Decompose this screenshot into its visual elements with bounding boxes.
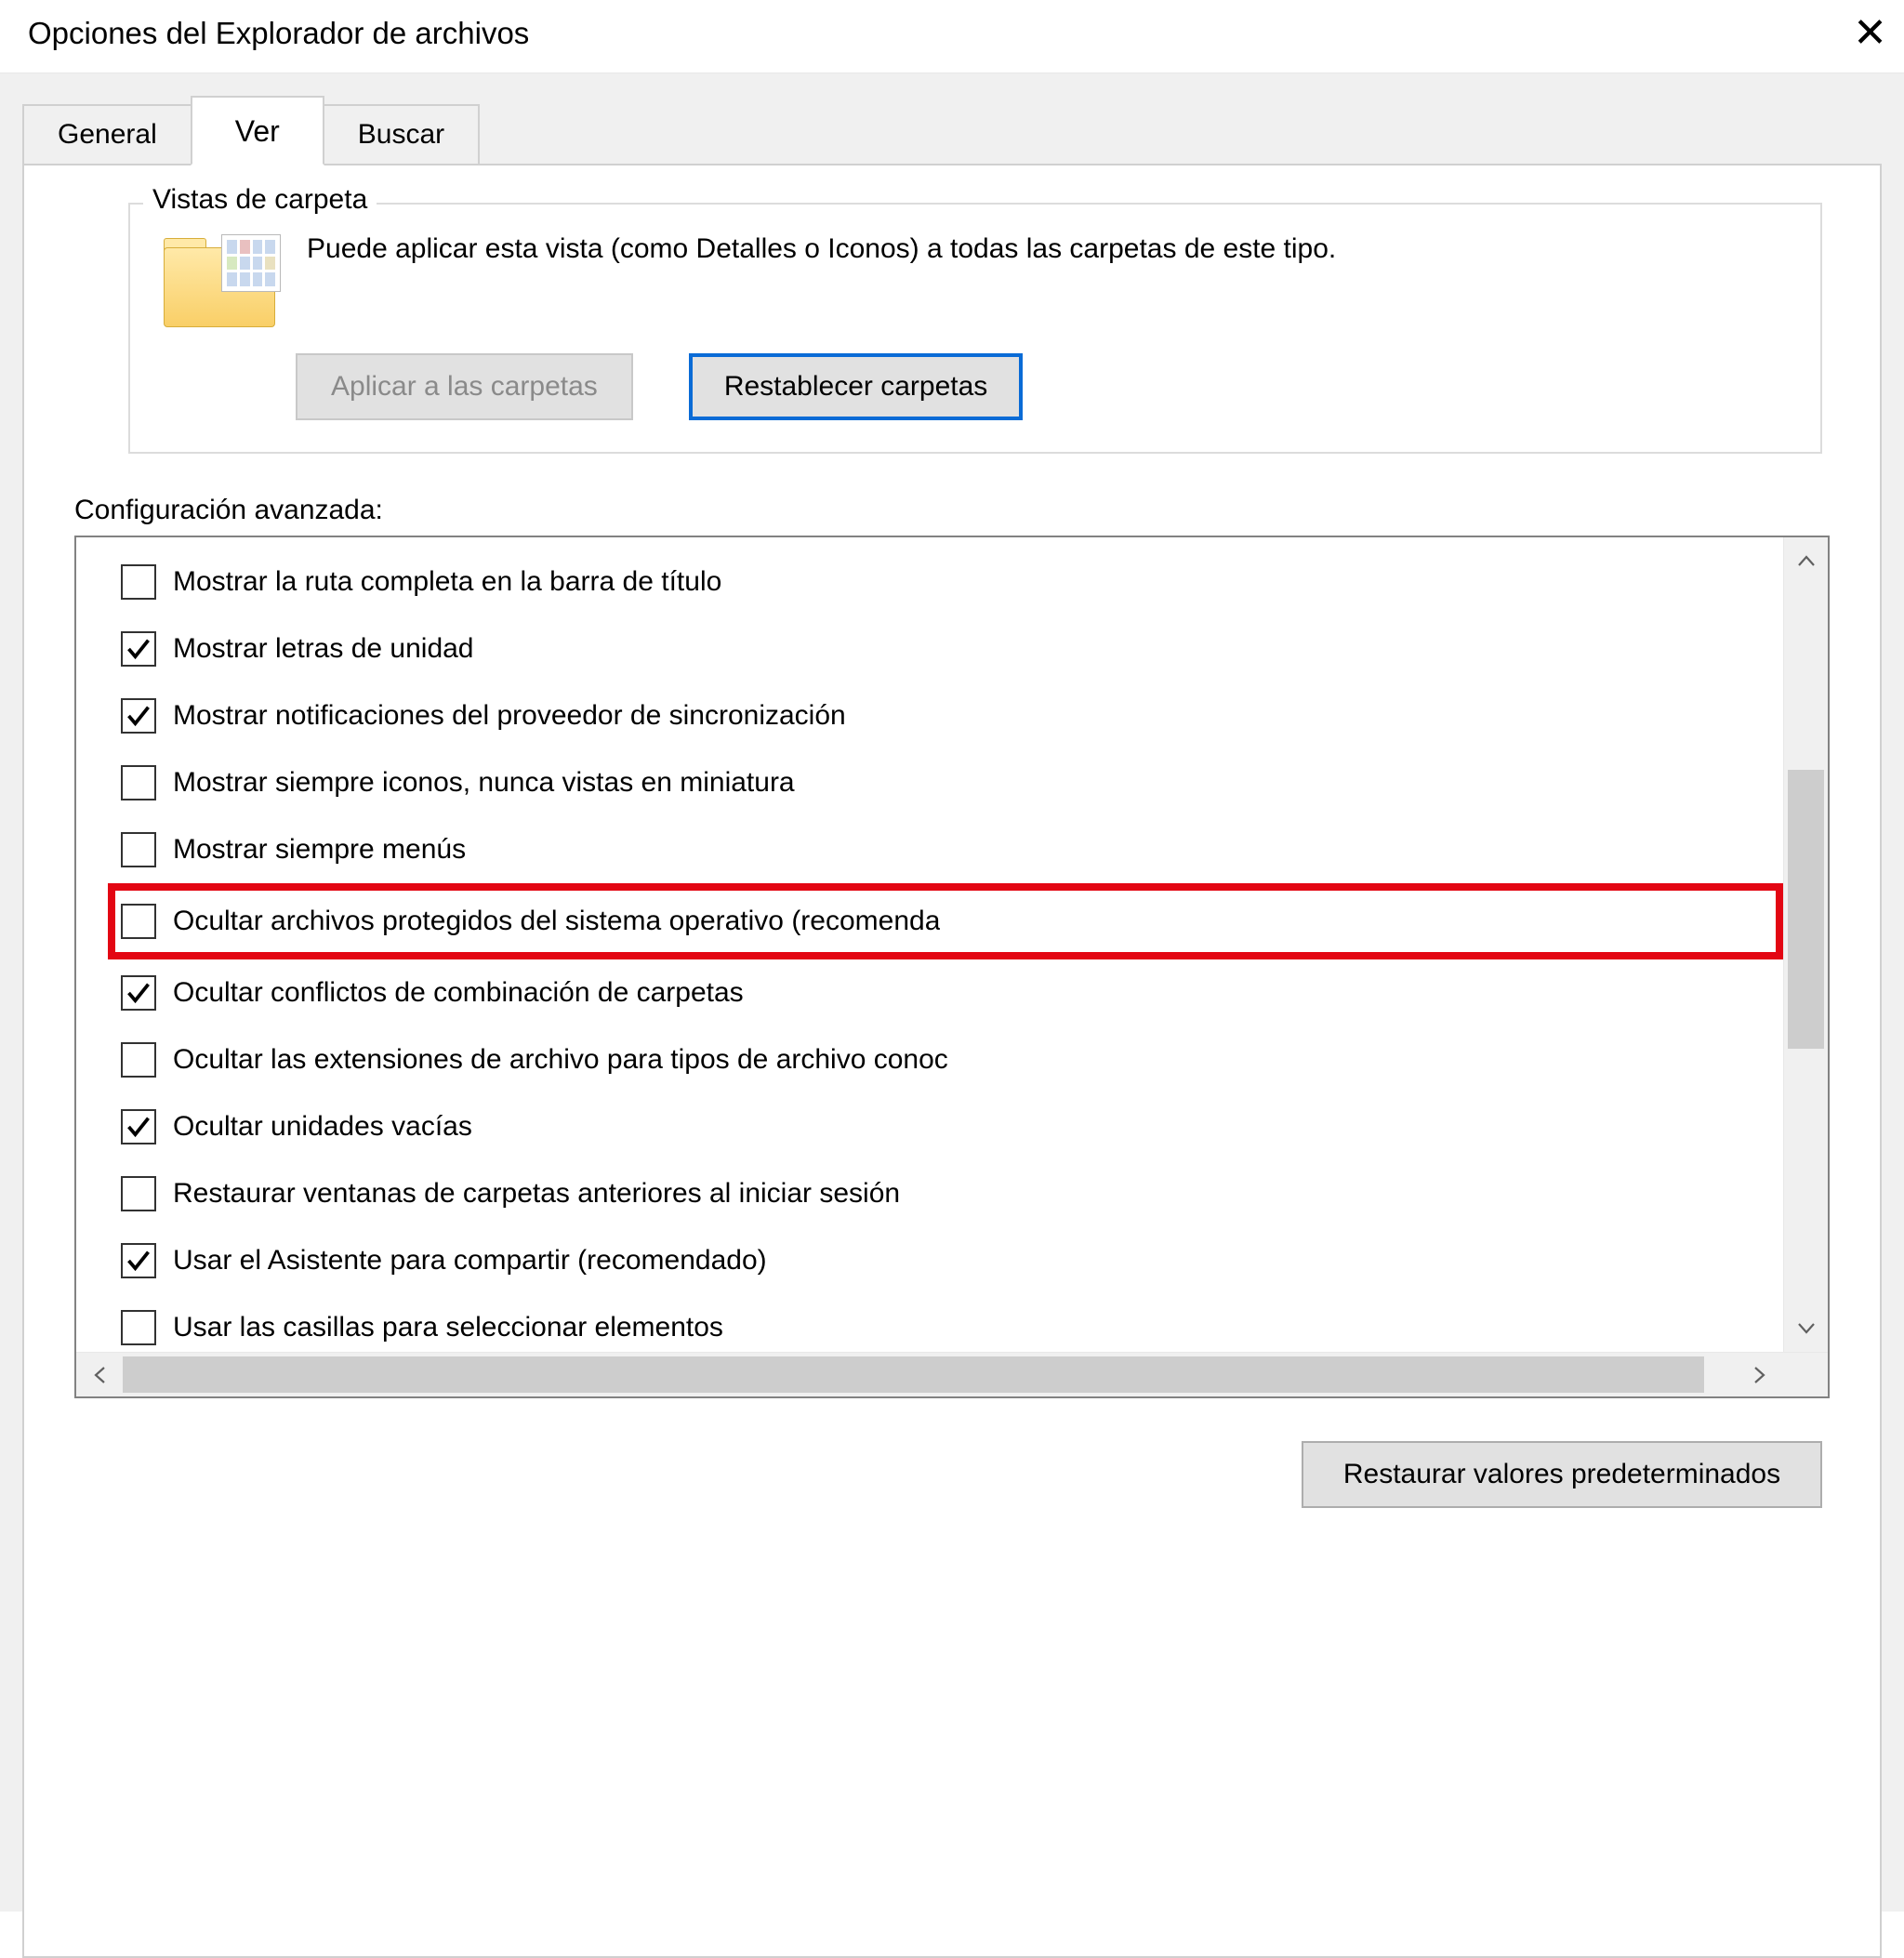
advanced-option-label: Usar las casillas para seleccionar eleme… bbox=[173, 1312, 723, 1343]
tab-panel-ver: Vistas de carpeta Puede aplicar esta vis… bbox=[22, 164, 1882, 1958]
vertical-scroll-thumb[interactable] bbox=[1788, 770, 1824, 1049]
advanced-option-row[interactable]: Ocultar unidades vacías bbox=[121, 1093, 1783, 1160]
advanced-option-row[interactable]: Mostrar notificaciones del proveedor de … bbox=[121, 682, 1783, 749]
checkbox[interactable] bbox=[121, 1176, 156, 1211]
folder-views-description: Puede aplicar esta vista (como Detalles … bbox=[307, 231, 1355, 269]
advanced-option-row[interactable]: Mostrar letras de unidad bbox=[121, 615, 1783, 682]
advanced-option-label: Mostrar la ruta completa en la barra de … bbox=[173, 566, 721, 598]
advanced-option-label: Restaurar ventanas de carpetas anteriore… bbox=[173, 1178, 900, 1210]
checkbox[interactable] bbox=[121, 832, 156, 867]
advanced-option-label: Usar el Asistente para compartir (recome… bbox=[173, 1245, 767, 1277]
dialog-body: General Ver Buscar Vistas de carpeta bbox=[0, 73, 1904, 1912]
advanced-option-label: Mostrar siempre menús bbox=[173, 834, 466, 866]
scroll-left-icon[interactable] bbox=[76, 1353, 123, 1396]
advanced-option-row[interactable]: Usar el Asistente para compartir (recome… bbox=[121, 1227, 1783, 1294]
advanced-option-label: Mostrar siempre iconos, nunca vistas en … bbox=[173, 767, 795, 799]
tab-buscar[interactable]: Buscar bbox=[323, 104, 480, 164]
advanced-option-row[interactable]: Mostrar la ruta completa en la barra de … bbox=[121, 549, 1783, 615]
apply-to-folders-button: Aplicar a las carpetas bbox=[296, 353, 633, 420]
checkbox[interactable] bbox=[121, 1109, 156, 1144]
checkbox[interactable] bbox=[121, 698, 156, 734]
close-icon[interactable]: ✕ bbox=[1844, 13, 1897, 54]
advanced-option-label: Ocultar las extensiones de archivo para … bbox=[173, 1044, 948, 1076]
advanced-settings-box: Mostrar la ruta completa en la barra de … bbox=[74, 536, 1830, 1398]
advanced-option-label: Ocultar conflictos de combinación de car… bbox=[173, 977, 744, 1009]
folder-preview-icon bbox=[158, 231, 281, 327]
checkbox[interactable] bbox=[121, 765, 156, 800]
vertical-scroll-track[interactable] bbox=[1784, 584, 1828, 1305]
horizontal-scrollbar[interactable] bbox=[76, 1352, 1828, 1396]
reset-folders-button[interactable]: Restablecer carpetas bbox=[689, 353, 1023, 420]
scroll-down-icon[interactable] bbox=[1784, 1305, 1828, 1352]
checkbox[interactable] bbox=[121, 1310, 156, 1345]
vertical-scrollbar[interactable] bbox=[1783, 537, 1828, 1352]
restore-defaults-button[interactable]: Restaurar valores predeterminados bbox=[1302, 1441, 1822, 1508]
tab-ver[interactable]: Ver bbox=[191, 96, 324, 165]
folder-views-group: Vistas de carpeta Puede aplicar esta vis… bbox=[128, 203, 1822, 454]
horizontal-scroll-thumb[interactable] bbox=[123, 1356, 1704, 1393]
advanced-option-row[interactable]: Mostrar siempre menús bbox=[121, 816, 1783, 883]
advanced-option-row[interactable]: Ocultar archivos protegidos del sistema … bbox=[108, 883, 1783, 959]
scroll-up-icon[interactable] bbox=[1784, 537, 1828, 584]
advanced-option-label: Mostrar letras de unidad bbox=[173, 633, 474, 665]
advanced-options-list: Mostrar la ruta completa en la barra de … bbox=[76, 537, 1783, 1352]
folder-views-legend: Vistas de carpeta bbox=[143, 184, 377, 216]
checkbox[interactable] bbox=[121, 564, 156, 600]
advanced-option-row[interactable]: Restaurar ventanas de carpetas anteriore… bbox=[121, 1160, 1783, 1227]
tab-strip: General Ver Buscar bbox=[22, 73, 1882, 164]
checkbox[interactable] bbox=[121, 631, 156, 667]
advanced-option-label: Ocultar archivos protegidos del sistema … bbox=[173, 906, 940, 937]
checkbox[interactable] bbox=[121, 1042, 156, 1078]
advanced-settings-label: Configuración avanzada: bbox=[74, 495, 1841, 526]
horizontal-scroll-track[interactable] bbox=[123, 1353, 1737, 1396]
advanced-option-row[interactable]: Ocultar las extensiones de archivo para … bbox=[121, 1026, 1783, 1093]
checkbox[interactable] bbox=[121, 1243, 156, 1278]
checkbox[interactable] bbox=[121, 975, 156, 1011]
tab-general[interactable]: General bbox=[22, 104, 192, 164]
advanced-option-row[interactable]: Mostrar siempre iconos, nunca vistas en … bbox=[121, 749, 1783, 816]
window-title: Opciones del Explorador de archivos bbox=[28, 16, 529, 51]
checkbox[interactable] bbox=[121, 904, 156, 939]
advanced-option-row[interactable]: Ocultar conflictos de combinación de car… bbox=[121, 959, 1783, 1026]
titlebar: Opciones del Explorador de archivos ✕ bbox=[0, 0, 1904, 73]
scroll-right-icon[interactable] bbox=[1737, 1353, 1783, 1396]
advanced-option-row[interactable]: Usar las casillas para seleccionar eleme… bbox=[121, 1294, 1783, 1352]
advanced-option-label: Ocultar unidades vacías bbox=[173, 1111, 472, 1143]
scrollbar-corner bbox=[1783, 1353, 1828, 1396]
advanced-option-label: Mostrar notificaciones del proveedor de … bbox=[173, 700, 846, 732]
